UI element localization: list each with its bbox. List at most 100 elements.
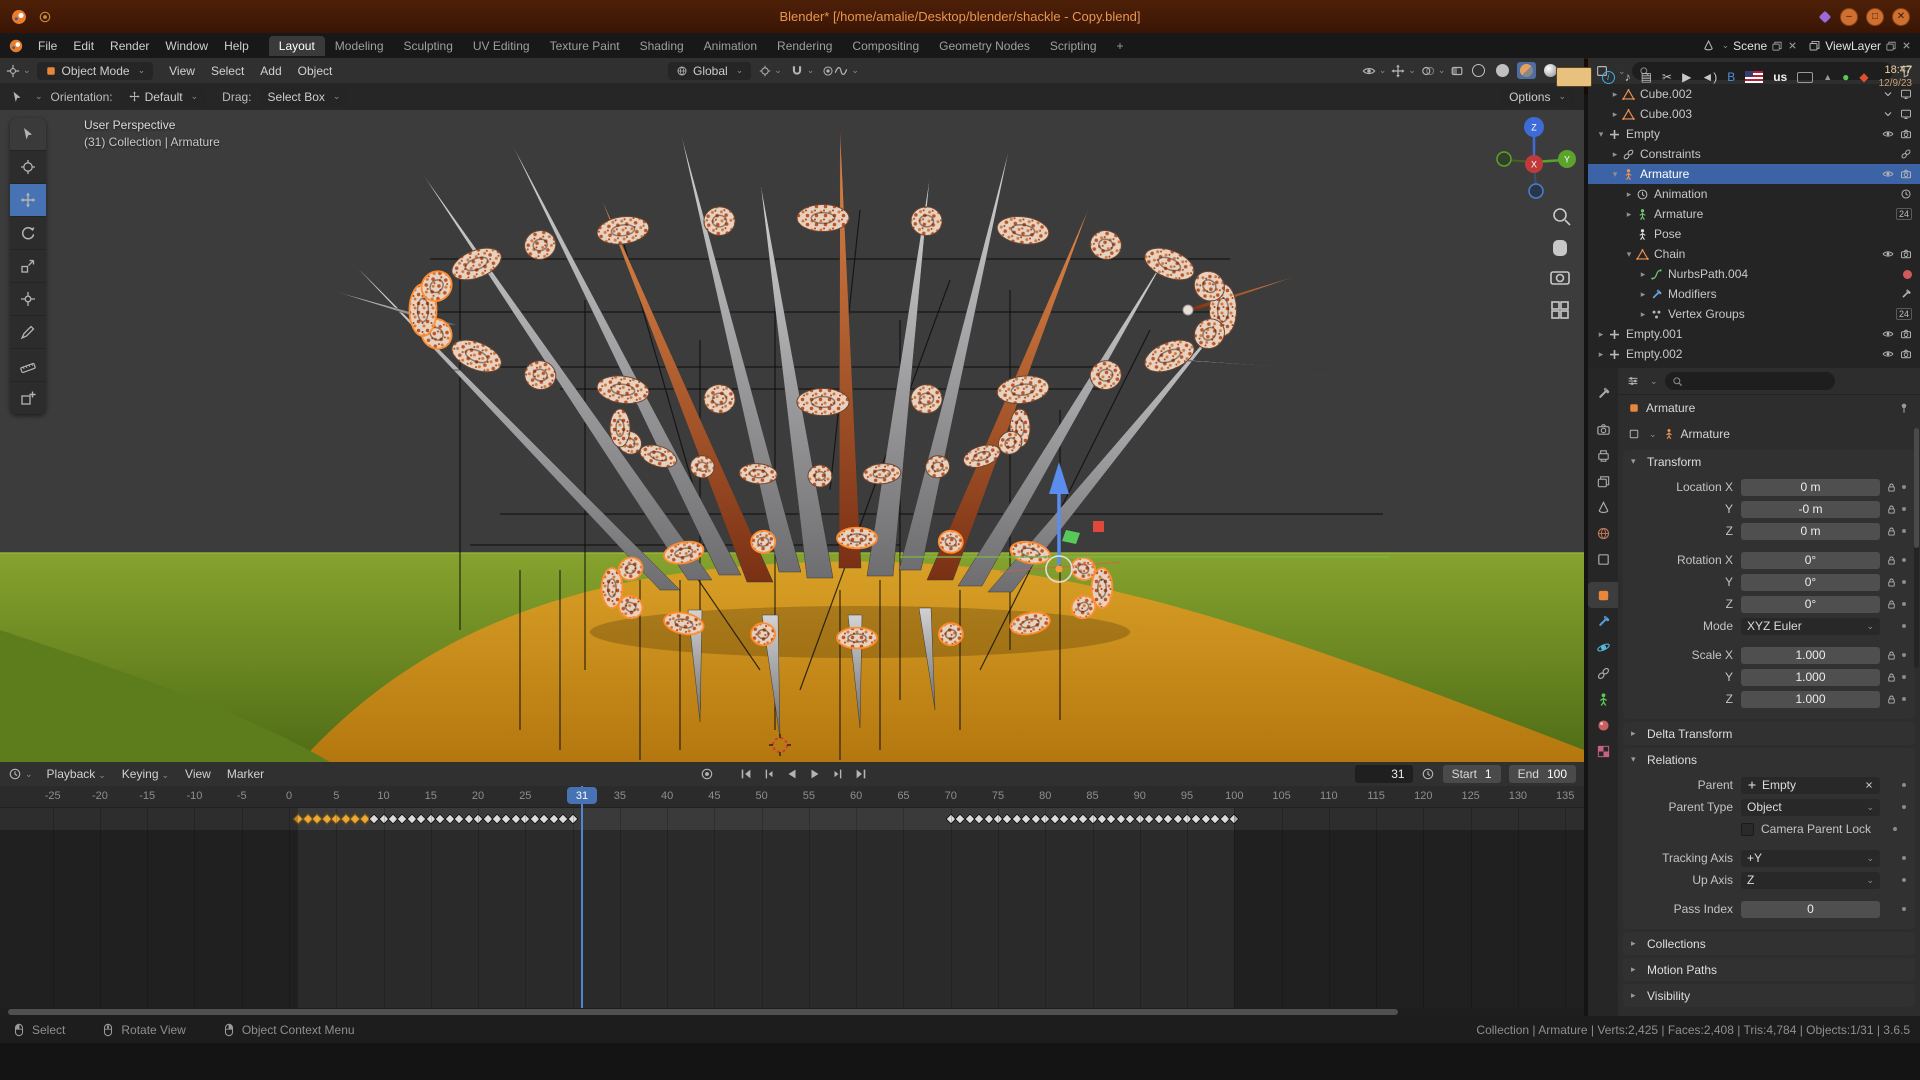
animate-dot[interactable] [1899, 485, 1909, 489]
timeline-menu-view[interactable]: View [177, 765, 219, 783]
outliner-row-armature[interactable]: ▸Armature24 [1588, 204, 1920, 224]
wrench2-icon[interactable] [1900, 288, 1912, 300]
expander-icon[interactable]: ▸ [1622, 189, 1636, 200]
lock-icon[interactable] [1883, 694, 1899, 705]
animate-dot[interactable] [1890, 827, 1900, 831]
outliner-row-empty[interactable]: ▾Empty [1588, 124, 1920, 144]
workspace-tab-shading[interactable]: Shading [630, 36, 694, 56]
record-button[interactable] [700, 767, 714, 781]
overlays-dropdown[interactable]: ⌄ [1421, 64, 1446, 78]
properties-tab-modifiers[interactable] [1588, 608, 1618, 634]
properties-tab-constraints[interactable] [1588, 660, 1618, 686]
mode-selector[interactable]: Object Mode⌄ [37, 62, 154, 80]
outliner-row-modifiers[interactable]: ▸Modifiers [1588, 284, 1920, 304]
clear-parent-button[interactable] [1864, 780, 1874, 790]
expander-icon[interactable]: ▾ [1608, 169, 1622, 180]
animate-dot[interactable] [1899, 558, 1909, 562]
workspace-tab-modeling[interactable]: Modeling [325, 36, 394, 56]
close-button[interactable]: ✕ [1892, 8, 1910, 26]
outliner-row-empty-001[interactable]: ▸Empty.001 [1588, 324, 1920, 344]
pin-icon[interactable] [1898, 402, 1910, 414]
tool-transform-button[interactable] [10, 283, 46, 316]
tray-cut-icon[interactable]: ✂ [1662, 71, 1672, 83]
tool-add-cube-button[interactable] [10, 382, 46, 415]
transform-orientation-selector[interactable]: Global⌄ [668, 62, 751, 80]
outliner-row-armature[interactable]: ▾Armature [1588, 164, 1920, 184]
pan-button[interactable] [1553, 240, 1567, 256]
camera-icon[interactable] [1900, 348, 1912, 360]
tray-bluetooth-icon[interactable]: B [1727, 71, 1735, 83]
tray-notifications-icon[interactable]: ◆ [1859, 71, 1868, 83]
expander-icon[interactable]: ▸ [1636, 309, 1650, 320]
animate-dot[interactable] [1899, 805, 1909, 809]
keyboard-icon[interactable] [1797, 72, 1813, 83]
menu-edit[interactable]: Edit [65, 37, 102, 55]
playhead[interactable]: 31 [581, 786, 583, 1008]
expander-icon[interactable]: ▸ [1636, 269, 1650, 280]
jump-to-start-button[interactable] [739, 767, 753, 781]
tray-info-icon[interactable]: i [1602, 71, 1615, 84]
eye-icon[interactable] [1882, 328, 1894, 340]
outliner-row-constraints[interactable]: ▸Constraints [1588, 144, 1920, 164]
prop-number-field[interactable]: 1.000 [1741, 691, 1880, 708]
minimize-button[interactable]: – [1840, 8, 1858, 26]
lock-icon[interactable] [1883, 482, 1899, 493]
timeline-editor-icon[interactable] [8, 767, 22, 781]
eye-icon[interactable] [1882, 248, 1894, 260]
tray-clipboard-icon[interactable]: ▤ [1641, 71, 1652, 83]
viewport-menu-select[interactable]: Select [203, 62, 252, 80]
expander-icon[interactable]: ▾ [1594, 129, 1608, 140]
prop-number-field[interactable]: -0 m [1741, 501, 1880, 518]
lock-icon[interactable] [1883, 672, 1899, 683]
workspace-tab-uv-editing[interactable]: UV Editing [463, 36, 540, 56]
blender-menu-icon[interactable] [8, 38, 24, 54]
lock-icon[interactable] [1883, 555, 1899, 566]
properties-tab-tool[interactable] [1588, 380, 1618, 406]
prop-dropdown[interactable]: XYZ Euler⌄ [1741, 618, 1880, 635]
properties-tab-object-data[interactable] [1588, 686, 1618, 712]
gizmo-plane-handle-red[interactable] [1093, 521, 1104, 532]
properties-tab-view-layer[interactable] [1588, 468, 1618, 494]
properties-tab-texture[interactable] [1588, 738, 1618, 764]
proportional-editing-toggle[interactable]: ⌄ [822, 64, 859, 78]
expander-icon[interactable]: ▸ [1594, 329, 1608, 340]
animate-dot[interactable] [1899, 580, 1909, 584]
animate-dot[interactable] [1899, 653, 1909, 657]
new-scene-icon[interactable] [1771, 40, 1783, 52]
maximize-button[interactable]: □ [1866, 8, 1884, 26]
workspace-tab-geometry-nodes[interactable]: Geometry Nodes [929, 36, 1040, 56]
animate-dot[interactable] [1899, 529, 1909, 533]
eye-icon[interactable] [1882, 168, 1894, 180]
orientation-dropdown[interactable]: Default⌄ [121, 88, 207, 106]
camera-icon[interactable] [1900, 128, 1912, 140]
workspace-tab-texture-paint[interactable]: Texture Paint [540, 36, 630, 56]
timeline-menu-marker[interactable]: Marker [219, 765, 272, 783]
section-header-relations[interactable]: ▾Relations [1623, 748, 1915, 771]
properties-tab-output[interactable] [1588, 442, 1618, 468]
gizmos-dropdown[interactable]: ⌄ [1391, 64, 1416, 78]
animate-dot[interactable] [1899, 907, 1909, 911]
prop-dropdown[interactable]: +Y⌄ [1741, 850, 1880, 867]
new-view-layer-icon[interactable] [1885, 40, 1897, 52]
scene-selector[interactable]: Scene [1733, 39, 1767, 53]
section-header-collections[interactable]: ▸Collections [1623, 932, 1915, 955]
expander-icon[interactable]: ▸ [1608, 89, 1622, 100]
shading-wireframe-button[interactable] [1469, 62, 1488, 79]
properties-tab-scene[interactable] [1588, 494, 1618, 520]
chevron-icon[interactable] [1882, 108, 1894, 120]
prop-dropdown[interactable]: Z⌄ [1741, 872, 1880, 889]
menu-help[interactable]: Help [216, 37, 257, 55]
animate-dot[interactable] [1899, 783, 1909, 787]
properties-tab-render[interactable] [1588, 416, 1618, 442]
workspace-tab-layout[interactable]: Layout [269, 36, 325, 56]
lock-icon[interactable] [1883, 526, 1899, 537]
outliner-row-nurbspath-004[interactable]: ▸NurbsPath.004 [1588, 264, 1920, 284]
outliner-row-pose[interactable]: Pose [1588, 224, 1920, 244]
lock-icon[interactable] [1883, 504, 1899, 515]
animate-dot[interactable] [1899, 697, 1909, 701]
viewport-3d-scene[interactable]: Z Y X [0, 110, 1584, 762]
section-header-delta-transform[interactable]: ▸Delta Transform [1623, 722, 1915, 745]
section-header-transform[interactable]: ▾Transform [1623, 450, 1915, 473]
lock-icon[interactable] [1883, 599, 1899, 610]
properties-editor-icon[interactable] [1626, 374, 1640, 388]
